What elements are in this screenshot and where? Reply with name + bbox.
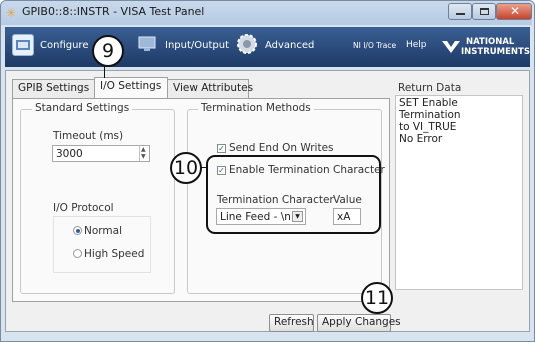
send-end-checkbox[interactable]: ✓ — [217, 144, 226, 153]
callout-9: 9 — [92, 35, 124, 67]
timeout-input[interactable]: 3000 — [52, 145, 150, 162]
advanced-gear-icon — [235, 32, 259, 56]
ni-logo-line2: INSTRUMENTS — [461, 47, 530, 57]
input-output-button[interactable]: Input/Output — [137, 32, 229, 62]
send-end-label: Send End On Writes — [229, 142, 334, 154]
help-link[interactable]: Help — [406, 40, 427, 50]
termination-character-label: Termination Character — [217, 194, 334, 206]
callout-10: 10 — [170, 152, 202, 184]
timeout-stepper[interactable]: ▲ ▼ — [139, 146, 150, 161]
io-protocol-label: I/O Protocol — [53, 202, 114, 214]
app-icon: ✳ — [6, 6, 17, 20]
callout-10-pointer — [201, 167, 208, 168]
chevron-down-icon: ▼ — [292, 211, 303, 222]
ni-eagle-icon — [441, 37, 461, 57]
window-title: GPIB0::8::INSTR - VISA Test Panel — [22, 5, 205, 18]
close-button[interactable]: ✕ — [496, 3, 532, 20]
close-icon: ✕ — [510, 4, 521, 18]
return-data-label: Return Data — [398, 82, 462, 94]
ni-logo: NATIONAL INSTRUMENTS — [441, 35, 531, 63]
apply-changes-button[interactable]: Apply Changes — [317, 314, 401, 332]
advanced-button[interactable]: Advanced — [235, 32, 320, 62]
enable-termination-label: Enable Termination Character — [229, 164, 385, 176]
callout-9-pointer — [104, 66, 105, 78]
radio-normal[interactable] — [73, 226, 82, 235]
advanced-label: Advanced — [265, 40, 315, 51]
maximize-button[interactable] — [472, 3, 496, 20]
termination-character-select[interactable]: Line Feed - \n ▼ — [216, 208, 306, 225]
configure-label: Configure — [40, 40, 89, 51]
radio-high-speed[interactable] — [73, 249, 82, 258]
tab-gpib-settings[interactable]: GPIB Settings — [12, 79, 95, 98]
maximize-icon — [480, 8, 489, 15]
termination-methods-label: Termination Methods — [198, 102, 314, 114]
radio-high-speed-label: High Speed — [84, 248, 145, 260]
configure-button[interactable]: Configure — [12, 32, 88, 62]
radio-normal-label: Normal — [84, 225, 122, 237]
minimize-button[interactable] — [448, 3, 472, 20]
callout-11: 11 — [361, 282, 393, 314]
return-data-line: to VI_TRUE — [399, 121, 457, 133]
ni-io-trace-link[interactable]: NI I/O Trace — [353, 41, 396, 50]
enable-termination-checkbox[interactable]: ✓ — [217, 166, 226, 175]
refresh-button[interactable]: Refresh — [269, 314, 314, 332]
configure-icon — [12, 34, 34, 56]
return-data-area: SET Enable Termination to VI_TRUE No Err… — [395, 95, 523, 290]
return-data-line: No Error — [399, 133, 443, 145]
tab-io-settings[interactable]: I/O Settings — [94, 77, 168, 98]
tab-view-attributes[interactable]: View Attributes — [167, 79, 253, 98]
value-label: Value — [333, 194, 362, 206]
return-data-line: SET Enable Termination — [399, 97, 461, 121]
ni-logo-line1: NATIONAL — [466, 37, 515, 47]
termination-value-input[interactable]: xA — [333, 208, 361, 225]
input-output-icon — [137, 34, 157, 54]
timeout-label: Timeout (ms) — [53, 130, 124, 142]
radio-dot-icon — [75, 228, 80, 233]
termination-character-value: Line Feed - \n — [220, 211, 291, 223]
input-output-label: Input/Output — [165, 40, 229, 51]
stepper-arrows-icon: ▲ ▼ — [141, 146, 146, 160]
minimize-icon — [456, 13, 465, 15]
standard-settings-label: Standard Settings — [32, 102, 133, 114]
